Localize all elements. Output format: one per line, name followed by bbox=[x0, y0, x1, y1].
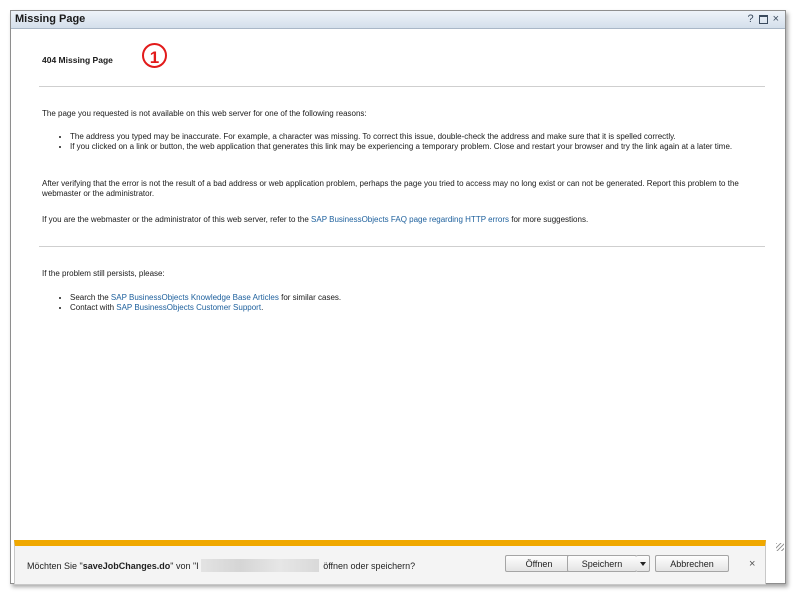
window-title: Missing Page bbox=[15, 13, 86, 25]
resize-grip[interactable] bbox=[776, 543, 784, 551]
maximize-icon[interactable] bbox=[758, 15, 768, 24]
list-item: Contact with SAP BusinessObjects Custome… bbox=[70, 303, 770, 313]
download-prompt: Möchten Sie "saveJobChanges.do" von "I ö… bbox=[27, 559, 415, 572]
window: Missing Page ? × 404 Missing Page 1 The … bbox=[10, 10, 786, 584]
reasons-list: The address you typed may be inaccurate.… bbox=[59, 132, 770, 152]
title-bar: Missing Page ? × bbox=[11, 11, 785, 29]
close-icon[interactable]: × bbox=[749, 558, 755, 570]
annotation-marker-1: 1 bbox=[142, 43, 167, 68]
list-item: If you clicked on a link or button, the … bbox=[70, 142, 770, 152]
prompt-suffix: öffnen oder speichern? bbox=[320, 561, 416, 571]
contact-suffix: . bbox=[261, 303, 264, 312]
verify-text: After verifying that the error is not th… bbox=[42, 179, 739, 198]
divider bbox=[39, 246, 765, 247]
webmaster-text: If you are the webmaster or the administ… bbox=[42, 215, 768, 225]
intro-text: The page you requested is not available … bbox=[42, 109, 367, 118]
save-dropdown-button[interactable] bbox=[636, 555, 650, 572]
prompt-prefix: Möchten Sie " bbox=[27, 561, 83, 571]
webmaster-suffix: for more suggestions. bbox=[509, 215, 589, 224]
list-item: Search the SAP BusinessObjects Knowledge… bbox=[70, 293, 770, 303]
divider bbox=[39, 86, 765, 87]
help-list: Search the SAP BusinessObjects Knowledge… bbox=[59, 293, 770, 313]
knowledge-base-link[interactable]: SAP BusinessObjects Knowledge Base Artic… bbox=[111, 293, 279, 302]
help-icon[interactable]: ? bbox=[747, 12, 753, 26]
page-content: 404 Missing Page 1 The page you requeste… bbox=[39, 29, 770, 564]
redacted-host bbox=[200, 559, 319, 572]
chevron-down-icon bbox=[639, 562, 646, 566]
page-heading: 404 Missing Page bbox=[42, 55, 113, 65]
webmaster-prefix: If you are the webmaster or the administ… bbox=[42, 215, 312, 224]
prompt-middle: " von " bbox=[170, 561, 197, 571]
customer-support-link[interactable]: SAP BusinessObjects Customer Support bbox=[116, 303, 261, 312]
persist-text: If the problem still persists, please: bbox=[42, 269, 165, 278]
host-initial: I bbox=[196, 561, 199, 571]
save-button[interactable]: Speichern bbox=[567, 555, 637, 572]
faq-link[interactable]: SAP BusinessObjects FAQ page regarding H… bbox=[311, 215, 509, 224]
window-controls: ? × bbox=[747, 12, 779, 26]
open-button[interactable]: Öffnen bbox=[505, 555, 573, 572]
close-icon[interactable]: × bbox=[773, 12, 779, 26]
search-suffix: for similar cases. bbox=[278, 293, 342, 302]
download-filename: saveJobChanges.do bbox=[82, 561, 171, 571]
download-notification-bar: Möchten Sie "saveJobChanges.do" von "I ö… bbox=[14, 540, 766, 585]
contact-prefix: Contact with bbox=[70, 303, 117, 312]
list-item: The address you typed may be inaccurate.… bbox=[70, 132, 770, 142]
search-prefix: Search the bbox=[70, 293, 111, 302]
cancel-button[interactable]: Abbrechen bbox=[655, 555, 729, 572]
